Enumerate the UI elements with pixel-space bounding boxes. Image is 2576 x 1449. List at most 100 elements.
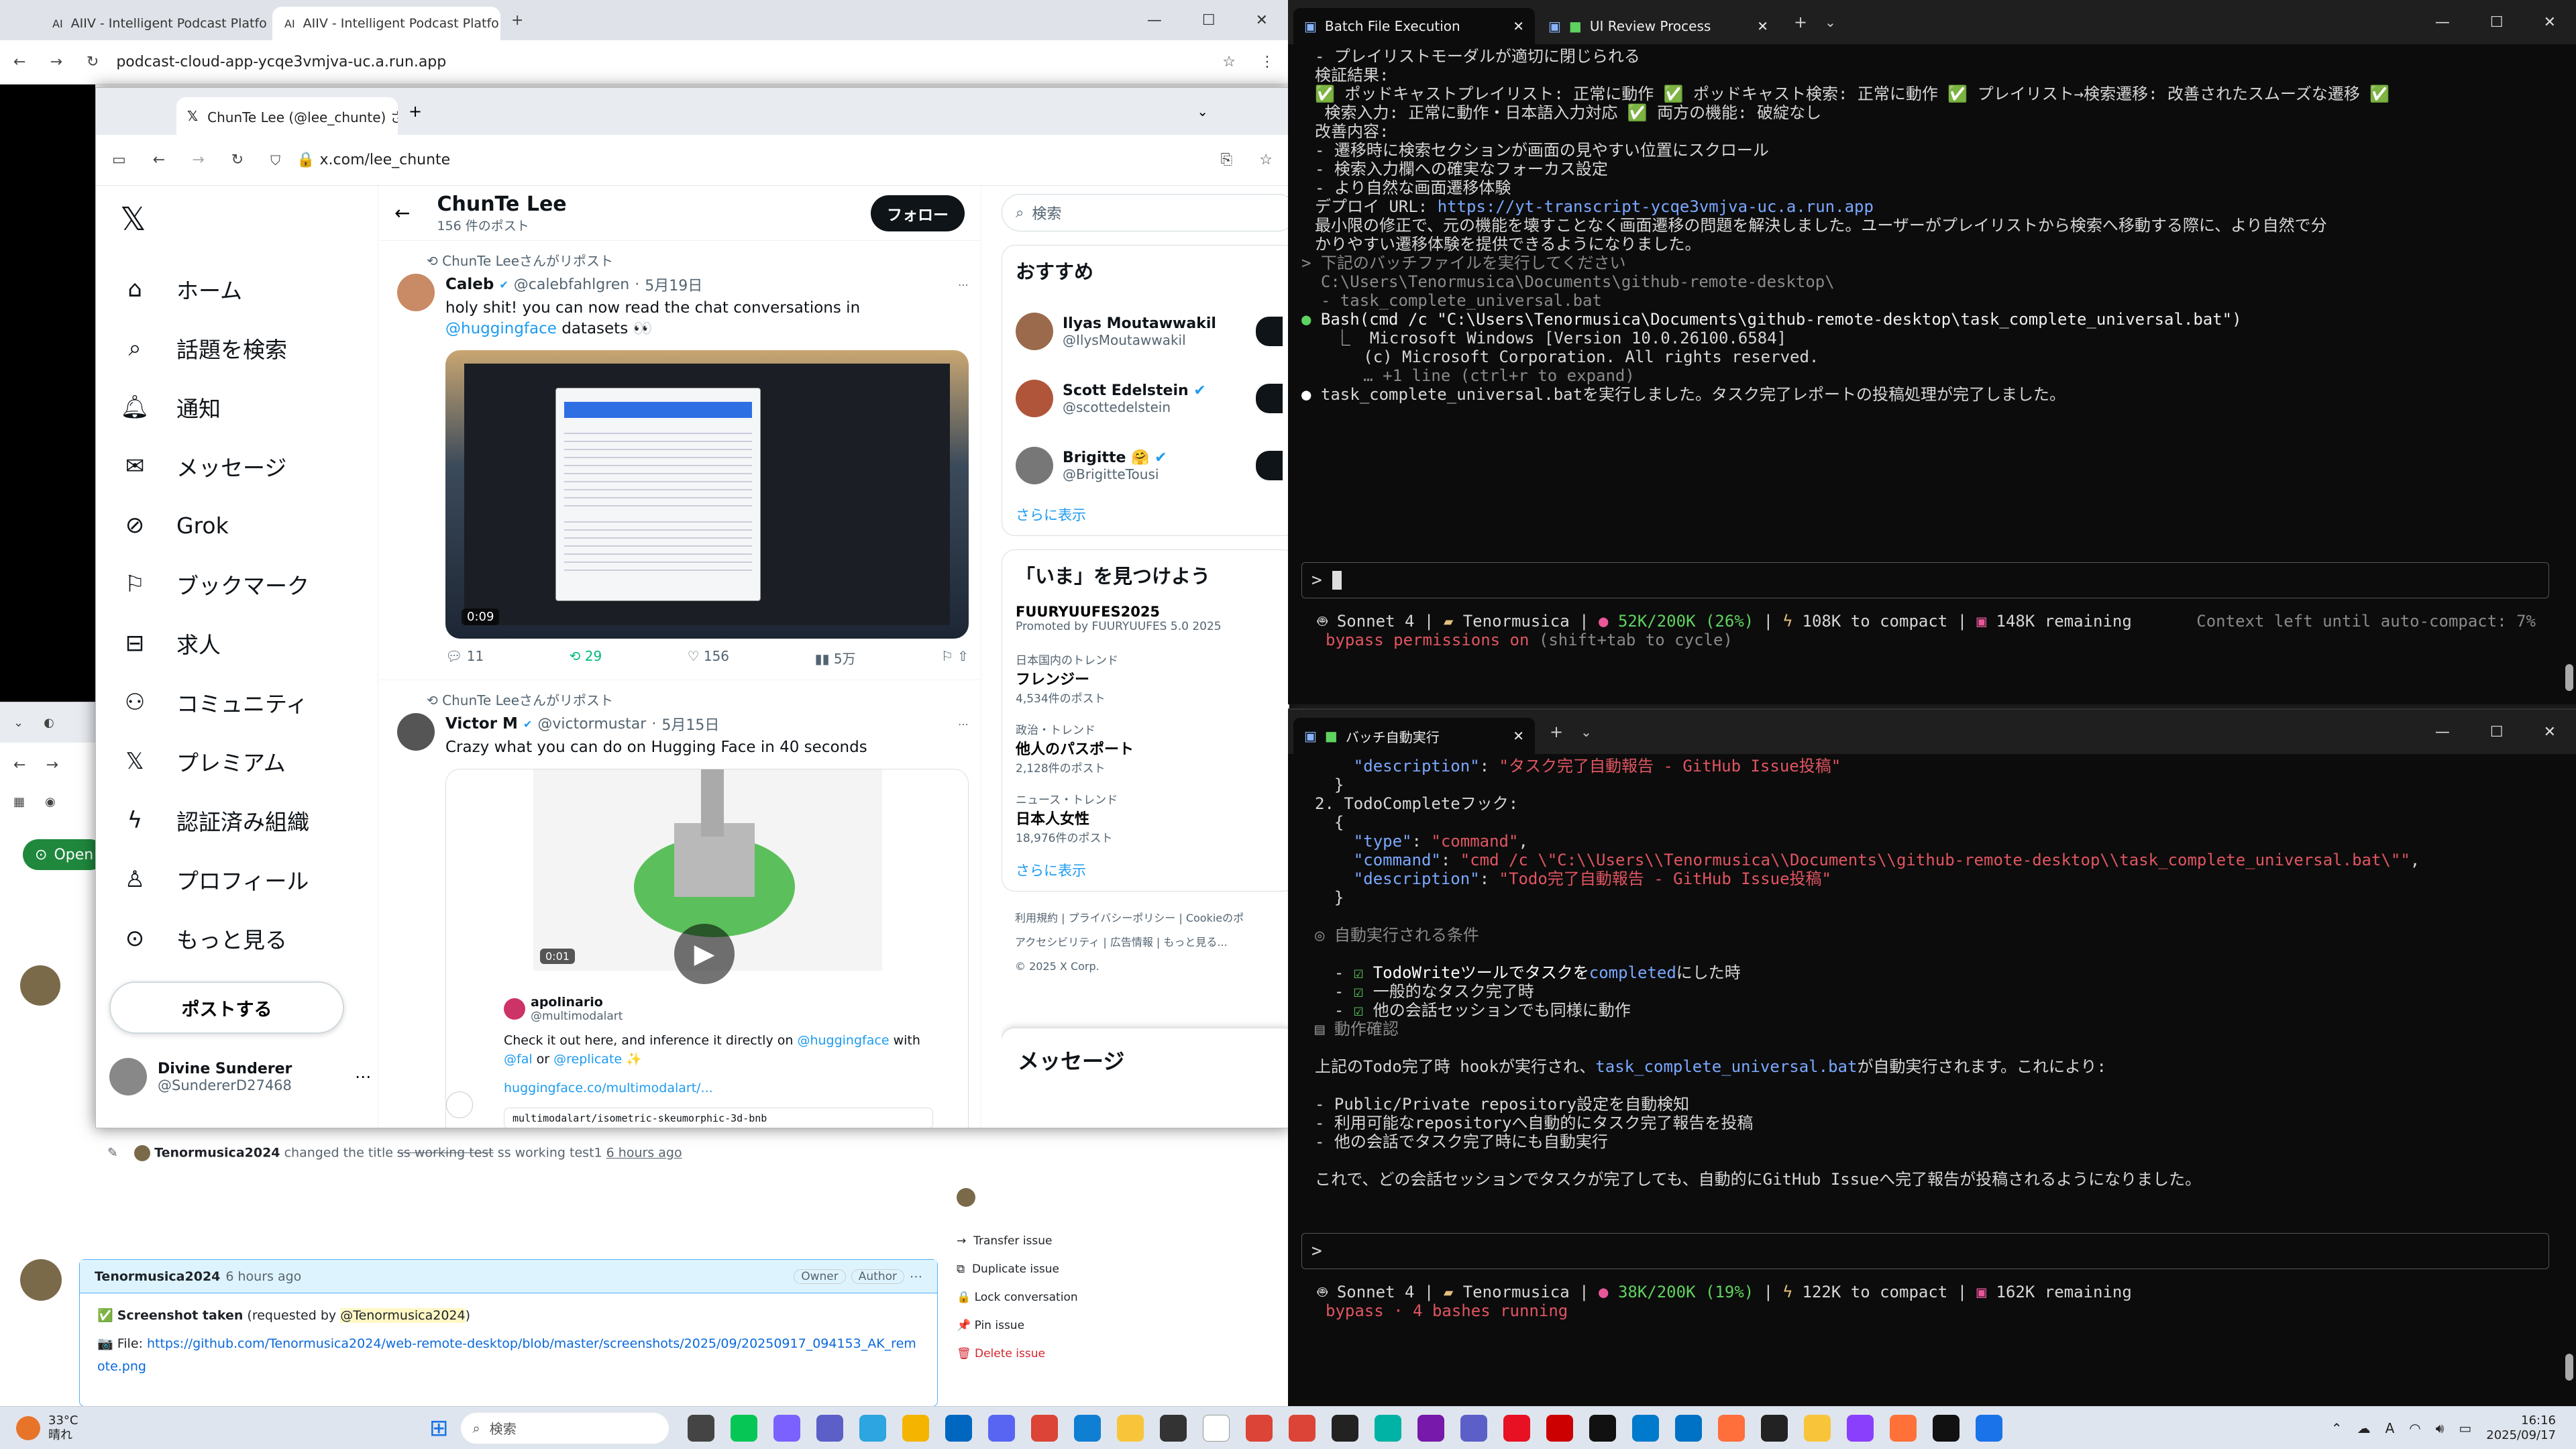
edge-icon[interactable] [1073,1414,1101,1442]
views-button[interactable]: ▮▮ 5万 [814,648,855,667]
back-url[interactable]: podcast-cloud-app-ycqe3vmjva-uc.a.run.ap… [116,54,446,70]
recommend-user[interactable]: Ilyas Moutawwakil @IlysMoutawwakil [1016,298,1283,365]
close-window-icon[interactable]: ✕ [2544,14,2556,31]
store-icon[interactable] [945,1414,972,1442]
maximize-icon[interactable]: ☐ [2490,724,2504,741]
link-card[interactable]: multimodalart/isometric-skeumorphic-3d-b… [504,1108,933,1128]
close-icon[interactable]: ✕ [1513,728,1524,744]
trend-item[interactable]: 政治・トレンド 他人のパスポート 2,128件のポスト [1016,720,1283,775]
chrome-icon[interactable] [1245,1414,1273,1442]
back-tab-2[interactable]: AIAIIV - Intelligent Podcast Platfo✕ [272,7,500,40]
more-icon[interactable]: ⋯ [355,1067,371,1086]
chevron-up-icon[interactable]: ⌃ [2331,1420,2343,1436]
shield-icon[interactable]: ⛉ [270,152,280,168]
mention-link[interactable]: @fal [504,1052,533,1067]
new-tab-icon[interactable]: + [409,102,422,121]
outlook-icon[interactable] [1674,1414,1702,1442]
pdf-icon[interactable] [1546,1414,1573,1442]
carousel-handle[interactable] [446,1091,473,1119]
tab-batch-auto-run[interactable]: ▣ ■ バッチ自動実行 ✕ [1293,718,1535,754]
trend-item[interactable]: 日本国内のトレンド フレンジー 4,534件のポスト [1016,651,1283,706]
nav-messages[interactable]: ✉ メッセージ [109,437,378,496]
app-icon[interactable] [1159,1414,1187,1442]
mention-link[interactable]: @Tenormusica2024 [340,1308,466,1323]
chrome-icon[interactable] [1288,1414,1316,1442]
folder-icon[interactable] [1116,1414,1144,1442]
app-icon[interactable] [1460,1414,1487,1442]
more-icon[interactable]: ⋯ [958,718,969,731]
app-icon[interactable] [1975,1414,2002,1442]
tweet-video[interactable]: 0:09 [445,350,969,639]
tweet-handle[interactable]: @victormustar [537,716,646,733]
delete-issue-link[interactable]: 🗑 Delete issue [957,1340,1279,1368]
menu-icon[interactable]: ⋮ [1260,54,1275,70]
app-icon[interactable] [1331,1414,1358,1442]
show-more-link[interactable]: さらに表示 [1016,504,1283,525]
nav-more[interactable]: ⊙ もっと見る [109,909,378,968]
close-icon[interactable]: ✕ [1513,18,1524,34]
taskview-icon[interactable] [687,1414,714,1442]
clock[interactable]: 16:16 2025/09/17 [2486,1413,2556,1443]
like-button[interactable]: ♡ 156 [688,648,729,667]
more-icon[interactable]: ⋯ [910,1269,922,1284]
follow-button[interactable] [1256,451,1283,480]
tweet-date[interactable]: 5月19日 [645,274,702,295]
footer-link[interactable]: もっと見る... [1163,936,1227,949]
app-icon[interactable] [859,1414,886,1442]
x-url[interactable]: 🔒 x.com/lee_chunte [297,152,450,168]
nav-bookmarks[interactable]: ⚐ ブックマーク [109,555,378,614]
footer-link[interactable]: アクセシビリティ [1015,936,1099,949]
quote-video[interactable]: 0:01 ▶ [533,769,882,985]
battery-icon[interactable]: ▭ [2459,1420,2471,1436]
footer-link[interactable]: 利用規約 [1015,912,1058,924]
teams-icon[interactable] [816,1414,843,1442]
onenote-icon[interactable] [1417,1414,1444,1442]
terminal-2-prompt-input[interactable]: > [1301,1233,2549,1269]
show-more-link[interactable]: さらに表示 [1016,860,1283,880]
cloud-icon[interactable]: ☁ [2357,1420,2371,1436]
discord-icon[interactable] [987,1414,1015,1442]
minimize-icon[interactable]: — [1147,12,1162,29]
nav-explore[interactable]: ⌕ 話題を検索 [109,319,378,378]
mention-link[interactable]: @huggingface [445,320,557,337]
app-icon[interactable] [902,1414,929,1442]
reply-button[interactable]: 💬︎ 11 [445,648,484,667]
deploy-url[interactable]: https://yt-transcript-ycqe3vmjva-uc.a.ru… [1438,197,1874,216]
quote-card[interactable]: 0:01 ▶ apolinario @multimodalart Check it… [445,769,969,1128]
nav-profile[interactable]: ♙ プロフィール [109,850,378,909]
chevron-down-icon[interactable]: ⌄ [1580,724,1592,740]
back-arrow-icon[interactable]: ← [394,202,410,224]
recommend-user[interactable]: Brigitte 🤗 ✔ @BrigitteTousi [1016,432,1283,499]
expand-hint[interactable]: … +1 line (ctrl+r to expand) [1315,366,2576,385]
nav-communities[interactable]: ⚇ コミュニティ [109,673,378,732]
avatar[interactable] [397,713,435,751]
event-time[interactable]: 6 hours ago [606,1146,682,1161]
star-icon[interactable]: ☆ [1259,152,1273,168]
wifi-icon[interactable]: ◠ [2409,1420,2420,1436]
back-icon[interactable]: ← [13,757,25,773]
nav-jobs[interactable]: ⊟ 求人 [109,614,378,673]
maximize-icon[interactable]: ☐ [1202,12,1216,29]
tweet-author[interactable]: Caleb [445,276,494,293]
new-tab-icon[interactable]: + [511,12,523,29]
close-window-icon[interactable]: ✕ [2544,724,2556,741]
volume-icon[interactable]: 🔊︎ [2436,1420,2445,1436]
tweet-handle[interactable]: @calebfahlgren [514,276,629,293]
footer-link[interactable]: Cookieのポ [1186,912,1244,924]
follow-button[interactable] [1256,317,1283,346]
more-icon[interactable]: ⋯ [958,278,969,291]
forward-icon[interactable]: → [50,54,62,70]
chevron-down-icon[interactable]: ⌄ [1825,14,1836,30]
app-icon[interactable] [1717,1414,1745,1442]
x-logo-icon[interactable]: 𝕏 [96,186,378,246]
vscode-icon[interactable] [1631,1414,1659,1442]
event-user[interactable]: Tenormusica2024 [154,1146,280,1161]
close-window-icon[interactable]: ✕ [1256,12,1268,29]
tweet-date[interactable]: 5月15日 [661,713,719,735]
chrome-icon[interactable] [1030,1414,1058,1442]
mention-link[interactable]: @huggingface [797,1033,889,1048]
app-icon[interactable] [1374,1414,1401,1442]
minimize-icon[interactable]: — [2435,14,2450,31]
forward-icon[interactable]: → [46,757,58,773]
reload-icon[interactable]: ↻ [231,152,244,168]
